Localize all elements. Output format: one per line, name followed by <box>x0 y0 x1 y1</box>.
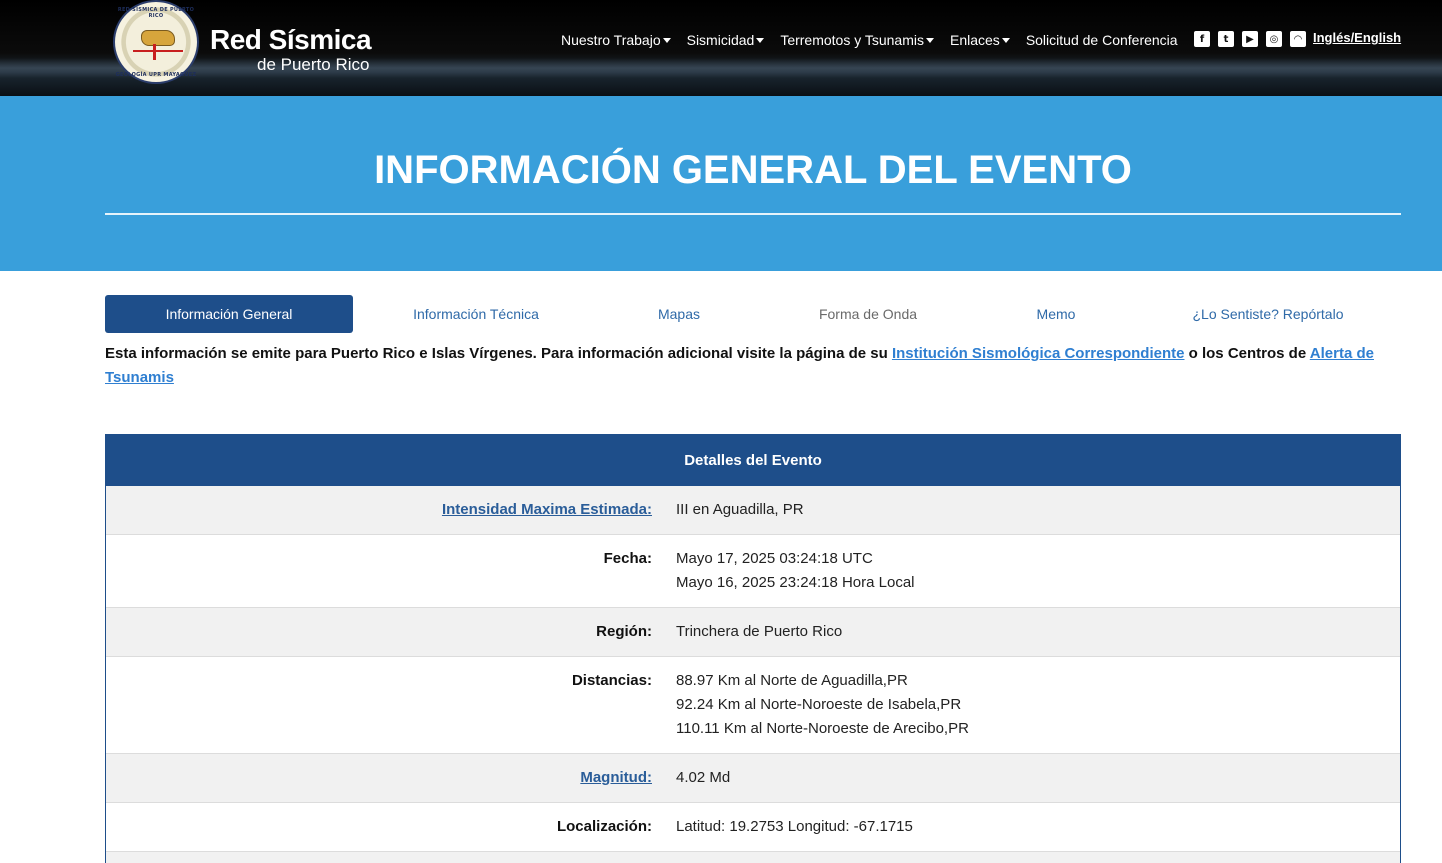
value-line: 110.11 Km al Norte-Noroeste de Arecibo,P… <box>676 720 969 737</box>
value-line: III en Aguadilla, PR <box>676 501 804 518</box>
distances-value: 88.97 Km al Norte de Aguadilla,PR 92.24 … <box>676 669 1400 741</box>
seismic-spike-icon <box>153 44 156 60</box>
seismic-institution-link[interactable]: Institución Sismológica Correspondiente <box>892 345 1185 362</box>
value-line: 92.24 Km al Norte-Noroeste de Isabela,PR <box>676 696 962 713</box>
intensity-label-link[interactable]: Intensidad Maxima Estimada: <box>106 498 676 522</box>
tab-lo-sentiste[interactable]: ¿Lo Sentiste? Repórtalo <box>1135 295 1401 333</box>
island-icon <box>141 30 175 46</box>
twitter-icon[interactable]: t <box>1218 31 1234 47</box>
nav-item-sismicidad[interactable]: Sismicidad <box>687 32 765 48</box>
caret-down-icon <box>662 37 671 43</box>
event-tabs: Información General Información Técnica … <box>105 295 1401 333</box>
table-row-partial <box>106 852 1400 863</box>
rss-icon[interactable]: ◠ <box>1290 31 1306 47</box>
tab-mapas[interactable]: Mapas <box>599 295 759 333</box>
nav-item-label: Sismicidad <box>686 32 755 48</box>
value-line: 4.02 Md <box>676 769 731 786</box>
nav-item-label: Nuestro Trabajo <box>561 32 661 48</box>
nav-item-nuestro-trabajo[interactable]: Nuestro Trabajo <box>561 32 671 48</box>
info-notice: Esta información se emite para Puerto Ri… <box>105 342 1401 390</box>
social-links: f t ▶ ◎ ◠ <box>1194 31 1314 47</box>
nav-item-label: Solicitud de Conferencia <box>1025 32 1178 48</box>
caret-down-icon <box>926 37 934 43</box>
location-label: Localización: <box>556 818 652 835</box>
tab-informacion-general[interactable]: Información General <box>105 295 353 333</box>
caret-down-icon <box>756 37 765 43</box>
value-line: Mayo 17, 2025 03:24:18 UTC <box>676 550 873 567</box>
value-line: 88.97 Km al Norte de Aguadilla,PR <box>676 672 908 689</box>
magnitude-label-link[interactable]: Magnitud: <box>106 766 676 790</box>
event-details-table: Detalles del Evento Intensidad Maxima Es… <box>105 434 1401 863</box>
table-row-distancias: Distancias: 88.97 Km al Norte de Aguadil… <box>106 657 1400 754</box>
nav-item-enlaces[interactable]: Enlaces <box>950 32 1010 48</box>
table-row-fecha: Fecha: Mayo 17, 2025 03:24:18 UTC Mayo 1… <box>106 535 1400 608</box>
tab-memo[interactable]: Memo <box>977 295 1135 333</box>
seismic-wave-icon <box>133 50 183 52</box>
date-label: Fecha: <box>603 550 652 567</box>
table-row-intensidad: Intensidad Maxima Estimada: III en Aguad… <box>106 486 1400 535</box>
region-label: Región: <box>596 623 652 640</box>
seal-top-text: RED SÍSMICA DE PUERTO RICO <box>117 7 195 19</box>
table-row-localizacion: Localización: Latitud: 19.2753 Longitud:… <box>106 803 1400 852</box>
region-value: Trinchera de Puerto Rico <box>676 620 1400 644</box>
facebook-icon[interactable]: f <box>1194 31 1210 47</box>
tab-forma-de-onda[interactable]: Forma de Onda <box>759 295 977 333</box>
seal-bottom-text: GEOLOGÍA UPR MAYAGÜEZ <box>115 72 197 78</box>
date-value: Mayo 17, 2025 03:24:18 UTC Mayo 16, 2025… <box>676 547 1400 595</box>
page-hero: INFORMACIÓN GENERAL DEL EVENTO <box>0 96 1442 271</box>
brand-title[interactable]: Red Sísmica <box>210 24 372 56</box>
location-value: Latitud: 19.2753 Longitud: -67.1715 <box>676 815 1400 839</box>
value-line: Latitud: 19.2753 Longitud: -67.1715 <box>676 818 913 835</box>
value-line: Trinchera de Puerto Rico <box>676 623 843 640</box>
nav-item-solicitud-conferencia[interactable]: Solicitud de Conferencia <box>1026 32 1178 48</box>
site-logo[interactable]: RED SÍSMICA DE PUERTO RICO GEOLOGÍA UPR … <box>113 0 199 84</box>
nav-item-label: Enlaces <box>950 32 1000 48</box>
brand-subtitle[interactable]: de Puerto Rico <box>257 55 369 75</box>
nav-item-label: Terremotos y Tsunamis <box>780 32 924 48</box>
table-row-region: Región: Trinchera de Puerto Rico <box>106 608 1400 657</box>
header-glow <box>0 58 1442 78</box>
distances-label: Distancias: <box>571 672 652 689</box>
youtube-icon[interactable]: ▶ <box>1242 31 1258 47</box>
nav-item-terremotos-tsunamis[interactable]: Terremotos y Tsunamis <box>780 32 934 48</box>
page-title: INFORMACIÓN GENERAL DEL EVENTO <box>374 148 1132 192</box>
notice-text-middle: o los Centros de <box>1184 345 1310 362</box>
tab-informacion-tecnica[interactable]: Información Técnica <box>353 295 599 333</box>
language-toggle-link[interactable]: Inglés/English <box>1313 30 1401 45</box>
value-line: Mayo 16, 2025 23:24:18 Hora Local <box>676 574 915 591</box>
table-row-magnitud: Magnitud: 4.02 Md <box>106 754 1400 803</box>
event-details-heading: Detalles del Evento <box>106 434 1400 486</box>
title-divider <box>105 213 1401 215</box>
notice-text: Esta información se emite para Puerto Ri… <box>105 345 892 362</box>
site-header: RED SÍSMICA DE PUERTO RICO GEOLOGÍA UPR … <box>0 0 1442 96</box>
instagram-icon[interactable]: ◎ <box>1266 31 1282 47</box>
caret-down-icon <box>1001 37 1010 43</box>
main-nav: Nuestro Trabajo Sismicidad Terremotos y … <box>561 32 1194 48</box>
intensity-value: III en Aguadilla, PR <box>676 498 1400 522</box>
magnitude-value: 4.02 Md <box>676 766 1400 790</box>
